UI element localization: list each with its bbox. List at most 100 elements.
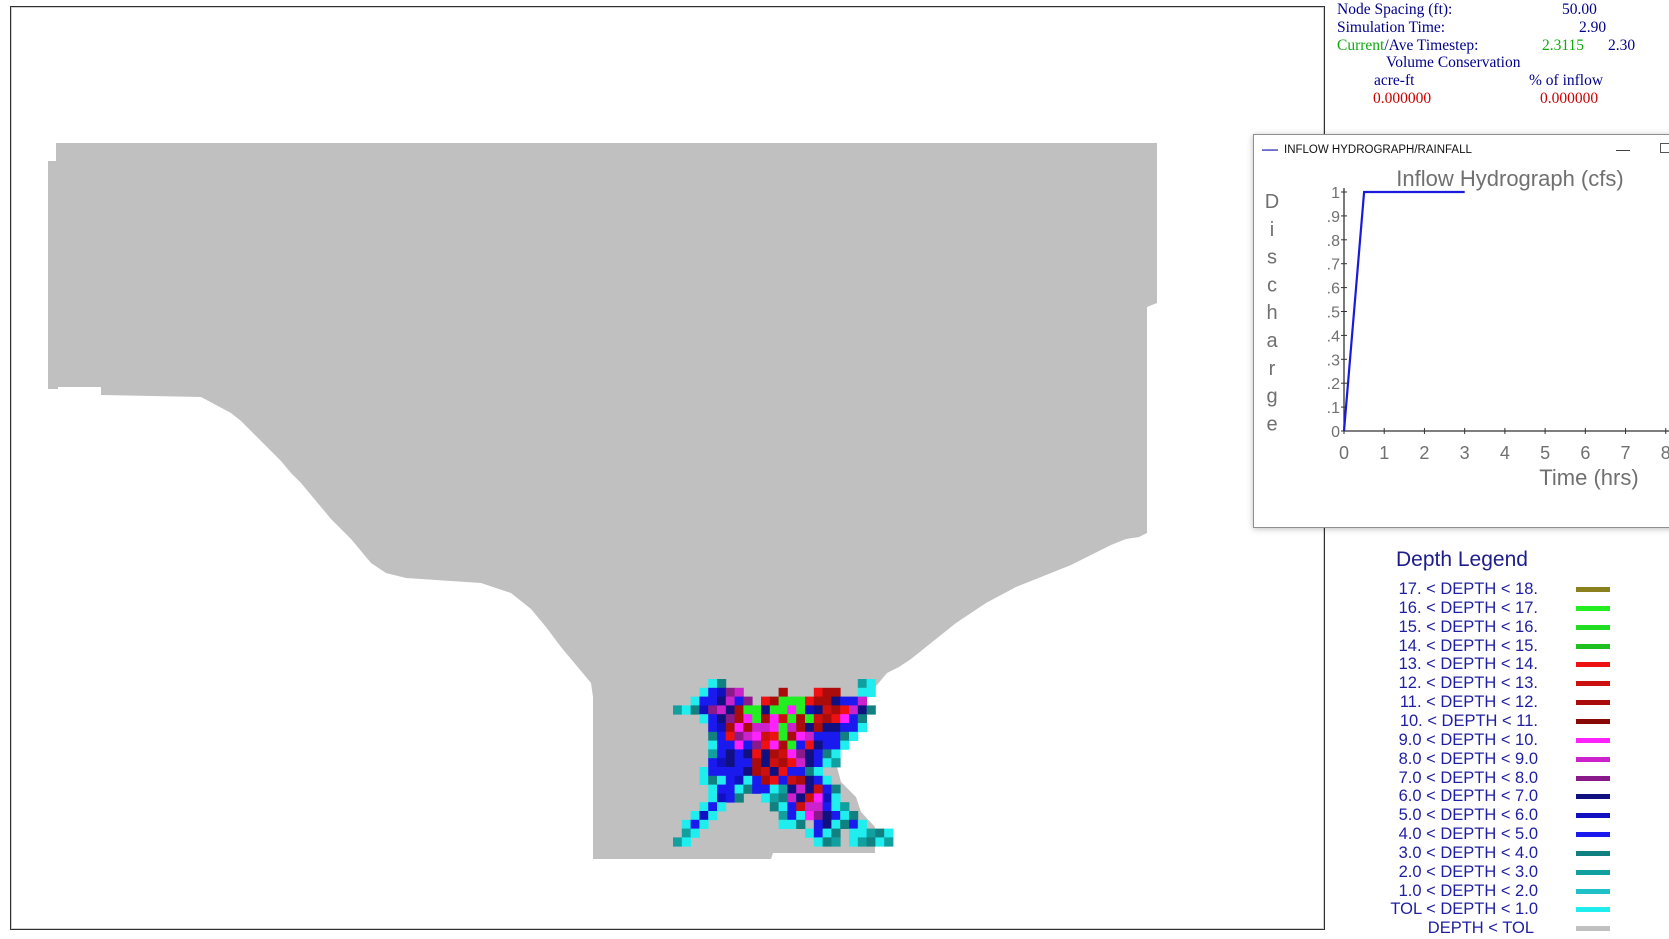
- minimize-button[interactable]: —: [1613, 141, 1633, 159]
- wet-cell: [681, 705, 691, 715]
- wet-cell: [769, 793, 779, 803]
- timestep-ave-label: /Ave Timestep:: [1384, 37, 1479, 54]
- depth-legend: Depth Legend 17. < DEPTH < 18. 16. < DEPT…: [1340, 548, 1669, 939]
- wet-cell: [822, 749, 832, 759]
- wet-cell: [813, 749, 823, 759]
- wet-cell: [849, 819, 859, 829]
- wet-cell: [866, 687, 876, 697]
- wet-cell: [805, 749, 815, 759]
- wet-cell: [822, 740, 832, 750]
- wet-cell: [734, 740, 744, 750]
- wet-cell: [813, 731, 823, 741]
- wet-cell: [734, 775, 744, 785]
- legend-item-swatch: [1576, 737, 1610, 743]
- wet-cell: [734, 705, 744, 715]
- wet-cell: [743, 696, 753, 706]
- wet-cell: [805, 705, 815, 715]
- wet-cell: [787, 740, 797, 750]
- wet-cell: [849, 714, 859, 724]
- wet-cell: [822, 758, 832, 768]
- wet-cell: [743, 758, 753, 768]
- legend-item-swatch: [1576, 605, 1610, 611]
- legend-item-swatch: [1576, 813, 1610, 819]
- wet-cell: [796, 758, 806, 768]
- wet-cell: [813, 793, 823, 803]
- y-tick-label: 0: [1331, 424, 1340, 441]
- wet-cell: [717, 687, 727, 697]
- wet-cell: [831, 714, 841, 724]
- y-tick-label: 1: [1331, 185, 1340, 202]
- pct-inflow-value: 0.000000: [1540, 90, 1599, 107]
- wet-cell: [761, 767, 771, 777]
- volume-conservation-header: Volume Conservation: [1386, 54, 1521, 71]
- wet-cell: [690, 819, 700, 829]
- wet-cell: [743, 775, 753, 785]
- y-tick-label: .8: [1327, 233, 1340, 250]
- legend-item: 16. < DEPTH < 17.: [1340, 599, 1640, 618]
- wet-cell: [761, 723, 771, 733]
- wet-cell: [813, 767, 823, 777]
- legend-item: 7.0 < DEPTH < 8.0: [1340, 769, 1640, 788]
- wet-cell: [717, 793, 727, 803]
- wet-cell: [796, 749, 806, 759]
- wet-cell: [752, 740, 762, 750]
- wet-cell: [708, 723, 718, 733]
- legend-item-label: 17. < DEPTH < 18.: [1398, 580, 1538, 598]
- wet-cell: [778, 723, 788, 733]
- wet-cell: [857, 714, 867, 724]
- y-axis-label-letter: D: [1265, 191, 1279, 213]
- legend-item: 13. < DEPTH < 14.: [1340, 655, 1640, 674]
- grid-map-view[interactable]: [10, 6, 1325, 930]
- wet-cell: [822, 696, 832, 706]
- legend-item-label: 3.0 < DEPTH < 4.0: [1398, 843, 1538, 862]
- legend-item: 10. < DEPTH < 11.: [1340, 712, 1640, 731]
- wet-cell: [840, 696, 850, 706]
- wet-cell: [734, 793, 744, 803]
- wet-cell: [734, 731, 744, 741]
- wet-cell: [796, 696, 806, 706]
- legend-item-swatch: [1576, 587, 1610, 592]
- wet-cell: [831, 696, 841, 706]
- wet-cell: [840, 731, 850, 741]
- wet-cell: [884, 837, 894, 847]
- wet-cell: [813, 811, 823, 821]
- chart-title: Inflow Hydrograph (cfs): [1396, 166, 1623, 191]
- wet-cell: [787, 731, 797, 741]
- wet-cell: [673, 705, 683, 715]
- maximize-button[interactable]: [1660, 143, 1669, 153]
- grid-map-canvas: [48, 143, 1157, 859]
- wet-cell: [822, 714, 832, 724]
- wet-cell: [690, 696, 700, 706]
- acre-ft-column-label: acre-ft: [1374, 72, 1415, 89]
- wet-cell: [805, 793, 815, 803]
- wet-cell: [831, 705, 841, 715]
- wet-cell: [743, 749, 753, 759]
- legend-item: 2.0 < DEPTH < 3.0: [1340, 863, 1640, 882]
- wet-cell: [778, 731, 788, 741]
- inflow-hydrograph-window[interactable]: ▬▬▬ INFLOW HYDROGRAPH/RAINFALL — Inflow …: [1253, 134, 1669, 528]
- wet-cell: [725, 714, 735, 724]
- wet-cell: [813, 802, 823, 812]
- wet-cell: [787, 749, 797, 759]
- wet-cell: [778, 767, 788, 777]
- wet-cell: [778, 696, 788, 706]
- simulation-stats-panel: Node Spacing (ft): 50.00 Simulation Time…: [1334, 0, 1669, 120]
- wet-cell: [796, 775, 806, 785]
- wet-cell: [725, 705, 735, 715]
- wet-cell: [796, 740, 806, 750]
- dry-area: [48, 143, 1157, 859]
- wet-cell: [708, 696, 718, 706]
- wet-cell: [717, 723, 727, 733]
- wet-cell: [840, 819, 850, 829]
- timestep-ave-value: 2.30: [1608, 37, 1636, 54]
- wet-cell: [831, 802, 841, 812]
- wet-cell: [690, 828, 700, 838]
- legend-item: 11. < DEPTH < 12.: [1340, 693, 1640, 712]
- wet-cell: [743, 705, 753, 715]
- wet-cell: [787, 775, 797, 785]
- wet-cell: [822, 731, 832, 741]
- node-spacing-value: 50.00: [1562, 1, 1597, 18]
- hydrograph-titlebar[interactable]: ▬▬▬ INFLOW HYDROGRAPH/RAINFALL —: [1254, 135, 1669, 165]
- wet-cell: [717, 767, 727, 777]
- wet-cell: [769, 784, 779, 794]
